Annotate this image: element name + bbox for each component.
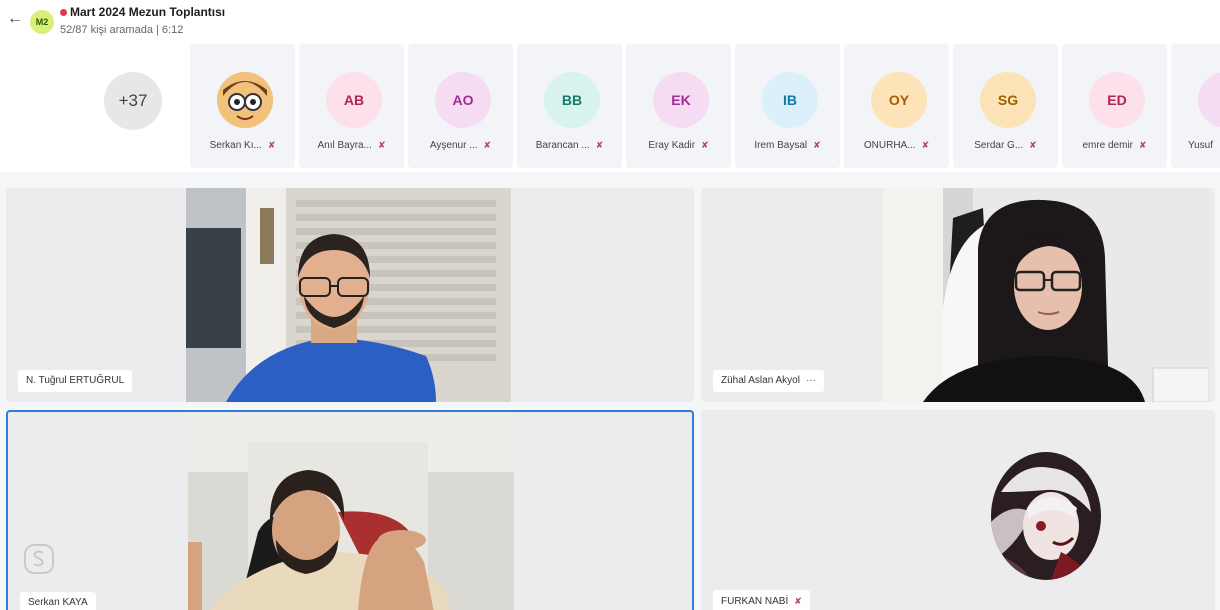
participant-name-tag: FURKAN NABİ ✘: [713, 590, 810, 610]
call-status: 52/87 kişi aramada | 6:12: [60, 24, 184, 36]
participant-name: Eray Kadir: [648, 140, 696, 151]
participant-name: Barancan ...: [535, 140, 590, 151]
avatar: ED: [1089, 72, 1145, 128]
avatar: [991, 452, 1101, 580]
call-title: Mart 2024 Mezun Toplantısı: [70, 5, 226, 19]
video-tile[interactable]: FURKAN NABİ ✘: [701, 410, 1215, 610]
mic-off-icon: ✘: [377, 140, 386, 150]
mic-off-icon: ✘: [595, 140, 604, 150]
avatar: [1198, 72, 1220, 128]
avatar: SG: [980, 72, 1036, 128]
participant-name: Yusuf: [1188, 140, 1214, 151]
participant-video: [186, 188, 511, 402]
participant-video: [188, 412, 514, 610]
anime-avatar-icon: [991, 452, 1101, 580]
mic-off-icon: ✘: [1029, 140, 1037, 150]
participant-card[interactable]: SG Serdar G... ✘: [953, 44, 1058, 168]
mic-off-icon: ✘: [701, 140, 709, 150]
participant-name-tag: Serkan KAYA: [20, 592, 96, 610]
mic-off-icon: ✘: [1139, 140, 1147, 150]
participant-card[interactable]: Serkan Kı... ✘: [190, 44, 295, 168]
participant-name: FURKAN NABİ: [721, 596, 789, 607]
participant-name: N. Tuğrul ERTUĞRUL: [26, 375, 125, 386]
participant-card[interactable]: Yusuf: [1171, 44, 1220, 168]
participant-name: Serkan Kı...: [209, 140, 262, 151]
participant-name: Zühal Aslan Akyol: [721, 375, 800, 386]
mic-off-icon: ✘: [794, 596, 802, 606]
participant-card[interactable]: IB İrem Baysal ✘: [735, 44, 840, 168]
back-arrow-icon[interactable]: ←: [6, 10, 24, 28]
participant-card[interactable]: OY ONURHA... ✘: [844, 44, 949, 168]
participant-card[interactable]: AO Ayşenur ... ✘: [408, 44, 513, 168]
avatar: AO: [435, 72, 491, 128]
mic-off-icon: ✘: [267, 140, 276, 150]
mic-off-icon: ✘: [921, 140, 930, 150]
participant-strip: +37 Serkan Kı... ✘ AB Anıl Bayra... ✘ AO…: [0, 42, 1220, 172]
video-tile[interactable]: Zühal Aslan Akyol ···: [701, 188, 1215, 402]
participant-name: Ayşenur ...: [429, 140, 478, 151]
avatar: IB: [762, 72, 818, 128]
participant-name-tag: Zühal Aslan Akyol ···: [713, 370, 824, 392]
avatar: EK: [653, 72, 709, 128]
participant-name: Serkan KAYA: [28, 597, 88, 608]
more-options-icon[interactable]: ···: [806, 375, 816, 386]
video-tile[interactable]: N. Tuğrul ERTUĞRUL: [6, 188, 694, 402]
avatar: [217, 72, 273, 128]
avatar: AB: [326, 72, 382, 128]
participant-card[interactable]: ED emre demir ✘: [1062, 44, 1167, 168]
call-window: ← M2 Mart 2024 Mezun Toplantısı 52/87 ki…: [0, 0, 1220, 610]
video-tile-active-speaker[interactable]: Serkan KAYA: [6, 410, 694, 610]
skype-logo-icon: [24, 544, 54, 574]
participant-video: [883, 188, 1209, 402]
mic-off-icon: ✘: [483, 140, 492, 150]
participant-name: emre demir: [1082, 140, 1134, 151]
participant-name: Serdar G...: [974, 140, 1024, 151]
participant-card[interactable]: EK Eray Kadir ✘: [626, 44, 731, 168]
participant-card[interactable]: AB Anıl Bayra... ✘: [299, 44, 404, 168]
avatar: BB: [544, 72, 600, 128]
participant-name: Anıl Bayra...: [317, 140, 372, 151]
mic-off-icon: ✘: [813, 140, 821, 150]
call-header: ← M2 Mart 2024 Mezun Toplantısı 52/87 ki…: [0, 0, 1220, 42]
more-participants-button[interactable]: +37: [104, 72, 162, 130]
participant-name-tag: N. Tuğrul ERTUĞRUL: [18, 370, 133, 392]
group-avatar[interactable]: M2: [30, 10, 54, 34]
participant-name: İrem Baysal: [754, 140, 808, 151]
live-indicator-icon: [60, 9, 67, 16]
participant-name: ONURHA...: [863, 140, 916, 151]
participant-card[interactable]: BB Barancan ... ✘: [517, 44, 622, 168]
avatar: OY: [871, 72, 927, 128]
cartoon-avatar-icon: [217, 72, 273, 128]
